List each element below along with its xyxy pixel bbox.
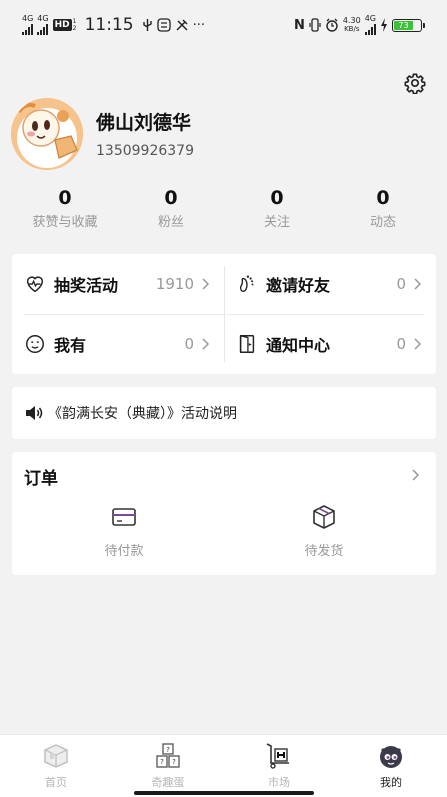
notice-door-icon	[239, 334, 255, 353]
footprint-icon	[239, 275, 254, 293]
settings-gear-icon[interactable]	[404, 72, 426, 94]
heart-pulse-icon	[26, 276, 44, 293]
stat-label: 获赞与收藏	[32, 215, 98, 230]
chevron-right-icon	[202, 278, 210, 290]
svg-text:?: ?	[166, 746, 170, 754]
nfc-icon: N	[294, 17, 305, 33]
status-left: 4G 4G HD 1 2 11:15 ···	[22, 15, 205, 35]
order-pending-payment[interactable]: 待付款	[74, 504, 174, 559]
alarm-icon	[326, 18, 338, 32]
vibrate-icon	[309, 18, 321, 32]
menu-notifications[interactable]: 通知中心 0	[224, 314, 436, 374]
network-type-2: 4G	[37, 14, 49, 23]
order-card: 订单 待付款 待发货	[12, 452, 436, 575]
stats-row: 0 获赞与收藏 0 粉丝 0 关注 0 动态	[0, 187, 447, 230]
mascot-avatar-icon	[11, 98, 83, 170]
mystery-boxes-icon: ???	[156, 743, 180, 768]
stat-fans[interactable]: 0 粉丝	[121, 187, 221, 230]
app-icon	[156, 18, 171, 32]
chevron-right-icon[interactable]	[408, 468, 422, 482]
mascot-icon	[380, 746, 402, 768]
stat-likes[interactable]: 0 获赞与收藏	[15, 187, 115, 230]
usb-icon	[142, 19, 152, 31]
status-right: N 4.30 KB/s 4G 73	[294, 15, 425, 35]
network-speed: 4.30 KB/s	[342, 16, 361, 34]
stat-following[interactable]: 0 关注	[227, 187, 327, 230]
order-title: 订单	[24, 469, 58, 489]
menu-label: 通知中心	[266, 336, 331, 355]
menu-count: 0	[396, 275, 406, 293]
signal-icon: 4G	[364, 15, 376, 35]
user-phone: 13509926379	[96, 143, 194, 159]
menu-invite[interactable]: 邀请好友 0	[224, 254, 436, 314]
tools-icon	[176, 19, 188, 31]
avatar[interactable]	[11, 98, 83, 170]
menu-lottery[interactable]: 抽奖活动 1910	[12, 254, 224, 314]
stat-label: 动态	[369, 215, 396, 230]
menu-count: 0	[396, 335, 406, 353]
menu-label: 我有	[54, 336, 87, 355]
network-type-1: 4G	[22, 14, 34, 23]
more-icon: ···	[192, 17, 206, 33]
menu-count: 1910	[155, 275, 194, 293]
menu-divider-horizontal	[24, 314, 424, 315]
tab-label: 我的	[380, 776, 402, 789]
cart-icon	[266, 743, 289, 769]
status-time: 11:15	[84, 15, 134, 35]
status-bar: 4G 4G HD 1 2 11:15 ··· N 4.30 KB/s 4G 73	[0, 0, 447, 50]
chevron-right-icon	[414, 338, 422, 350]
smiley-icon	[26, 335, 44, 353]
stat-posts[interactable]: 0 动态	[333, 187, 433, 230]
tab-label: 首页	[45, 776, 67, 789]
svg-text:?: ?	[172, 758, 176, 766]
signal-icon: 4G	[37, 14, 49, 35]
tab-home[interactable]: 首页	[11, 741, 101, 790]
user-name: 佛山刘德华	[96, 112, 192, 134]
menu-card: 抽奖活动 1910 邀请好友 0 我有 0 通知中心 0	[12, 254, 436, 374]
order-pending-shipment[interactable]: 待发货	[274, 504, 374, 559]
box-icon	[313, 505, 335, 529]
battery-icon: 73	[392, 18, 425, 32]
tab-label: 市场	[268, 776, 290, 789]
stat-label: 关注	[263, 215, 290, 230]
stat-value: 0	[58, 187, 72, 209]
menu-count: 0	[184, 335, 194, 353]
menu-mine[interactable]: 我有 0	[12, 314, 224, 374]
notice-bar[interactable]: 《韵满长安（典藏）》活动说明	[12, 387, 436, 439]
speaker-icon	[26, 406, 43, 420]
menu-label: 抽奖活动	[54, 276, 119, 295]
bottom-tab-bar: 首页 ??? 奇趣蛋 市场 我的	[0, 734, 447, 797]
order-label: 待付款	[104, 544, 144, 559]
stat-value: 0	[270, 187, 284, 209]
svg-text:?: ?	[160, 758, 164, 766]
stat-value: 0	[376, 187, 390, 209]
menu-label: 邀请好友	[266, 276, 331, 295]
notice-text: 《韵满长安（典藏）》活动说明	[48, 406, 237, 422]
hd-icon: HD 1 2	[52, 18, 77, 32]
charging-icon	[381, 18, 387, 32]
home-cube-icon	[44, 744, 68, 768]
stat-value: 0	[164, 187, 178, 209]
tab-label: 奇趣蛋	[151, 776, 185, 789]
tab-mine[interactable]: 我的	[346, 741, 436, 790]
tab-market[interactable]: 市场	[234, 741, 324, 790]
home-indicator	[134, 791, 314, 795]
order-label: 待发货	[304, 544, 344, 559]
chevron-right-icon	[414, 278, 422, 290]
signal-icon: 4G	[22, 15, 33, 35]
stat-label: 粉丝	[157, 215, 184, 230]
card-icon	[112, 508, 136, 526]
chevron-right-icon	[202, 338, 210, 350]
tab-mystery-egg[interactable]: ??? 奇趣蛋	[123, 741, 213, 790]
